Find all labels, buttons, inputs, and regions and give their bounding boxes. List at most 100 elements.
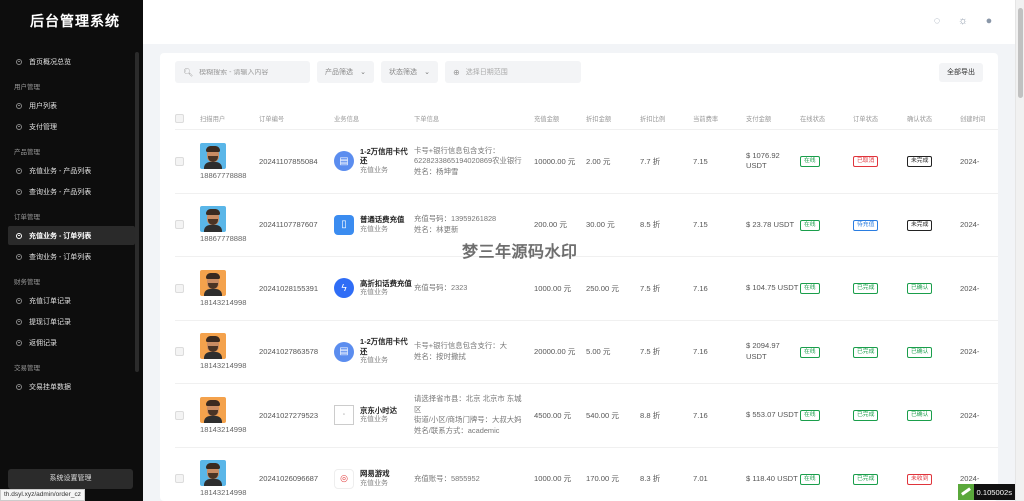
column-header: 在线状态 [800, 116, 826, 123]
sidebar-item[interactable]: 提现订单记录 [8, 312, 135, 331]
table-row[interactable]: 18143214998 20241027863578 ▤ 1-2万信用卡代还 充值业务 卡… [175, 321, 998, 384]
date-range-picker[interactable]: ⊕ 选择日期范围 [445, 61, 581, 83]
sidebar-item[interactable]: 充值订单记录 [8, 291, 135, 310]
sidebar-group-title: 产品管理 [14, 149, 40, 156]
game-icon: ◎ [334, 468, 354, 489]
menu-dot-icon [16, 167, 22, 174]
sidebar-nav: 首页概况总览 用户管理 用户列表 支付管理 产品管理 充值业务 - 产品列表 查询业务 - … [0, 46, 143, 465]
timer-logo-icon [957, 484, 974, 500]
discount-ratio: 7.7 折 [640, 156, 661, 166]
table-row[interactable]: 18143214998 20241027279523 ▫ 京东小时达 充值业务 请选择省市… [175, 384, 998, 448]
confirm-status-badge: 未收到 [907, 473, 933, 485]
discount-amount: 5.00 元 [586, 347, 611, 357]
order-info-line: 街道/小区/商场门牌号：大叔大妈 [414, 415, 522, 425]
chevron-down-icon: ⌄ [360, 69, 366, 76]
row-checkbox[interactable] [175, 347, 184, 357]
sidebar-item[interactable]: 首页概况总览 [8, 52, 135, 71]
system-settings-button[interactable]: 系统设置管理 [8, 469, 133, 489]
order-number: 20241028155391 [259, 283, 319, 293]
export-all-button[interactable]: 全部导出 [939, 62, 983, 82]
user-phone: 18143214998 [200, 361, 247, 371]
discount-ratio: 7.5 折 [640, 347, 661, 357]
table-body: 18867778888 20241107855084 ▤ 1-2万信用卡代还 充值业务卡… [175, 130, 998, 501]
discount-amount: 170.00 元 [586, 474, 619, 484]
search-input[interactable] [199, 68, 300, 76]
sidebar-item-label: 交易挂单数据 [29, 383, 71, 391]
payment-amount: $ 1076.92 USDT [746, 150, 780, 171]
search-icon: 🔍︎ [183, 67, 194, 77]
sidebar-item-label: 充值业务 - 产品列表 [29, 167, 92, 175]
sidebar-item[interactable]: 用户列表 [8, 96, 135, 115]
table-row[interactable]: 18867778888 20241107787607 ▯ 普通话费充值 充值业务 充值号码… [175, 194, 998, 257]
order-list-card: 🔍︎ 产品筛选 ⌄ 状态筛选 ⌄ ⊕ 选择日期范围 全部导出 扫描用户 订单编号 业… [160, 53, 998, 501]
avatar [200, 396, 226, 423]
table-header: 扫描用户 订单编号 业务信息 下单信息 充值金额 折扣金额 折扣比例 当前费率 支付金额 在线状态… [175, 108, 998, 130]
order-number: 20241027279523 [259, 410, 319, 420]
order-info-line: 充值账号：5855952 [414, 473, 480, 483]
order-info-line: 卡号+银行信息包含支行： [414, 145, 500, 155]
business-type: 充值业务 [360, 416, 388, 423]
avatar [200, 460, 226, 487]
load-timer: 0.105002s [957, 484, 1015, 500]
theme-sun-icon[interactable]: ☼ [957, 15, 969, 27]
created-time: 2024- [960, 347, 980, 357]
search-field[interactable]: 🔍︎ [175, 61, 310, 83]
column-header: 折扣金额 [586, 116, 612, 123]
order-number: 20241107855084 [259, 156, 318, 166]
page-scrollbar[interactable] [1015, 0, 1024, 501]
column-header: 确认状态 [907, 116, 933, 123]
row-checkbox[interactable] [175, 474, 184, 484]
sidebar-item[interactable]: 交易挂单数据 [8, 377, 135, 396]
discount-ratio: 8.8 折 [640, 410, 661, 420]
filter-bar: 🔍︎ 产品筛选 ⌄ 状态筛选 ⌄ ⊕ 选择日期范围 全部导出 [175, 61, 983, 83]
order-info-line: 卡号+银行信息包含支行：大 [414, 341, 508, 351]
business-type: 充值业务 [360, 225, 388, 233]
online-status-badge: 在线 [800, 156, 820, 168]
bolt-icon: ϟ [334, 278, 354, 299]
avatar [200, 333, 226, 360]
order-info: 卡号+银行信息包含支行：大 姓名：按时撒拭 [414, 341, 534, 362]
table-row[interactable]: 18143214998 20241028155391 ϟ 高折扣话费充值 充值业务 充值号… [175, 257, 998, 321]
order-info: 请选择省市县：北京 北京市 东城区 街道/小区/商场门牌号：大叔大妈 姓名/联系方式… [414, 394, 534, 436]
avatar [200, 269, 226, 296]
watermark: 梦三年源码水印 [462, 244, 578, 261]
order-table: 扫描用户 订单编号 业务信息 下单信息 充值金额 折扣金额 折扣比例 当前费率 支付金额 在线状态… [175, 108, 998, 501]
table-row[interactable]: 18867778888 20241107855084 ▤ 1-2万信用卡代还 充值业务 卡… [175, 130, 998, 194]
menu-dot-icon [16, 253, 22, 260]
order-info-line: 请选择省市县：北京 北京市 东城区 [414, 394, 522, 414]
product-filter-select[interactable]: 产品筛选 ⌄ [317, 61, 374, 83]
refresh-icon[interactable]: ◌ [931, 15, 943, 27]
table-row[interactable]: 18143214998 20241026096687 ◎ 网易游戏 充值业务 充值账号：5… [175, 448, 998, 501]
menu-dot-icon [16, 123, 22, 130]
menu-dot-icon [16, 102, 22, 109]
business-type: 充值业务 [360, 357, 388, 365]
order-status-badge: 已完成 [853, 473, 879, 485]
row-checkbox[interactable] [175, 220, 184, 230]
sidebar-item[interactable]: 返佣记录 [8, 333, 135, 352]
recharge-amount: 10000.00 元 [534, 156, 576, 166]
top-bar: ◌ ☼ ● [143, 0, 1015, 44]
select-all-checkbox[interactable] [175, 114, 184, 123]
order-number: 20241107787607 [259, 220, 318, 230]
discount-ratio: 8.3 折 [640, 474, 661, 484]
sidebar-item[interactable]: 查询业务 - 订单列表 [8, 247, 135, 266]
user-avatar-icon[interactable]: ● [983, 15, 995, 27]
sidebar-item-label: 提现订单记录 [29, 318, 71, 326]
row-checkbox[interactable] [175, 156, 184, 166]
order-status-badge: 已完成 [853, 410, 879, 422]
recharge-amount: 200.00 元 [534, 220, 567, 230]
status-filter-select[interactable]: 状态筛选 ⌄ [381, 61, 438, 83]
row-checkbox[interactable] [175, 283, 184, 293]
order-number: 20241027863578 [259, 347, 319, 357]
order-info: 卡号+银行信息包含支行： 6228233865194020869农业银行 姓名：杨坤… [414, 146, 534, 178]
business-type: 充值业务 [360, 479, 388, 487]
payment-amount: $ 2094.97 USDT [746, 341, 780, 361]
sidebar-item[interactable]: 充值业务 - 订单列表 [8, 226, 135, 245]
sidebar-item[interactable]: 查询业务 - 产品列表 [8, 182, 135, 201]
sidebar-item[interactable]: 充值业务 - 产品列表 [8, 161, 135, 180]
discount-amount: 250.00 元 [586, 283, 619, 293]
discount-ratio: 8.5 折 [640, 220, 661, 230]
business-type: 充值业务 [360, 166, 388, 174]
row-checkbox[interactable] [175, 410, 184, 420]
sidebar-item[interactable]: 支付管理 [8, 117, 135, 136]
